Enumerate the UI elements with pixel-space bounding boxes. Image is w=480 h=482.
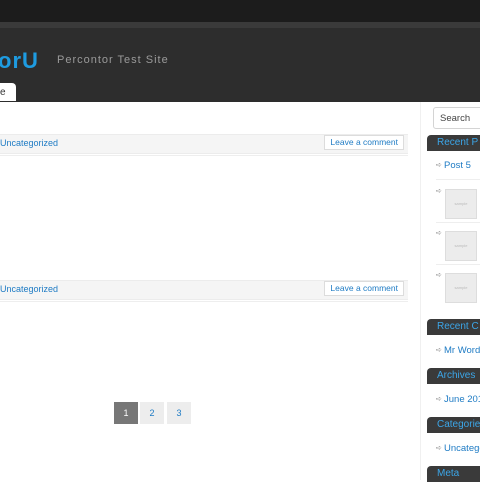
page-1-link[interactable]: 1 — [114, 402, 138, 424]
top-bar — [0, 0, 480, 22]
page-2-link[interactable]: 2 — [140, 402, 164, 424]
category-widget-link[interactable]: Uncatego — [444, 443, 480, 454]
bullet-icon: ➪ — [436, 272, 442, 279]
thumbnail-text: sample — [454, 285, 468, 290]
list-divider — [436, 222, 480, 223]
nav-tab-home[interactable]: e — [0, 83, 16, 101]
leave-comment-button[interactable]: Leave a comment — [324, 281, 404, 296]
recent-posts-title: Recent P — [427, 135, 480, 151]
bullet-icon: ➪ — [436, 230, 442, 237]
category-link[interactable]: Uncategorized — [0, 284, 58, 294]
post-thumbnail[interactable]: sample — [445, 273, 477, 303]
post-divider — [0, 301, 408, 302]
page-3-link[interactable]: 3 — [167, 402, 191, 424]
bullet-icon: ➪ — [436, 396, 442, 403]
category-link[interactable]: Uncategorized — [0, 138, 58, 148]
post-meta-bar: Uncategorized Leave a comment — [0, 280, 408, 300]
archives-title: Archives — [427, 368, 480, 384]
recent-post-link[interactable]: Post 5 — [444, 160, 471, 171]
list-divider — [436, 179, 480, 180]
bullet-icon: ➪ — [436, 188, 442, 195]
post-meta-bar: Uncategorized Leave a comment — [0, 134, 408, 154]
post-thumbnail[interactable]: sample — [445, 189, 477, 219]
search-input[interactable]: Search — [433, 107, 480, 129]
categories-title: Categorie — [427, 417, 480, 433]
list-divider — [436, 264, 480, 265]
thumbnail-text: sample — [454, 201, 468, 206]
site-tagline: Percontor Test Site — [57, 54, 169, 66]
bullet-icon: ➪ — [436, 445, 442, 452]
leave-comment-button[interactable]: Leave a comment — [324, 135, 404, 150]
bullet-icon: ➪ — [436, 162, 442, 169]
recent-comments-title: Recent C — [427, 319, 480, 335]
sidebar-divider — [420, 102, 421, 480]
site-logo[interactable]: orU — [0, 48, 39, 74]
thumbnail-text: sample — [454, 243, 468, 248]
post-divider — [0, 155, 408, 156]
recent-comment-link[interactable]: Mr Word — [444, 345, 480, 356]
archive-link[interactable]: June 201 — [444, 394, 480, 405]
bullet-icon: ➪ — [436, 347, 442, 354]
post-thumbnail[interactable]: sample — [445, 231, 477, 261]
